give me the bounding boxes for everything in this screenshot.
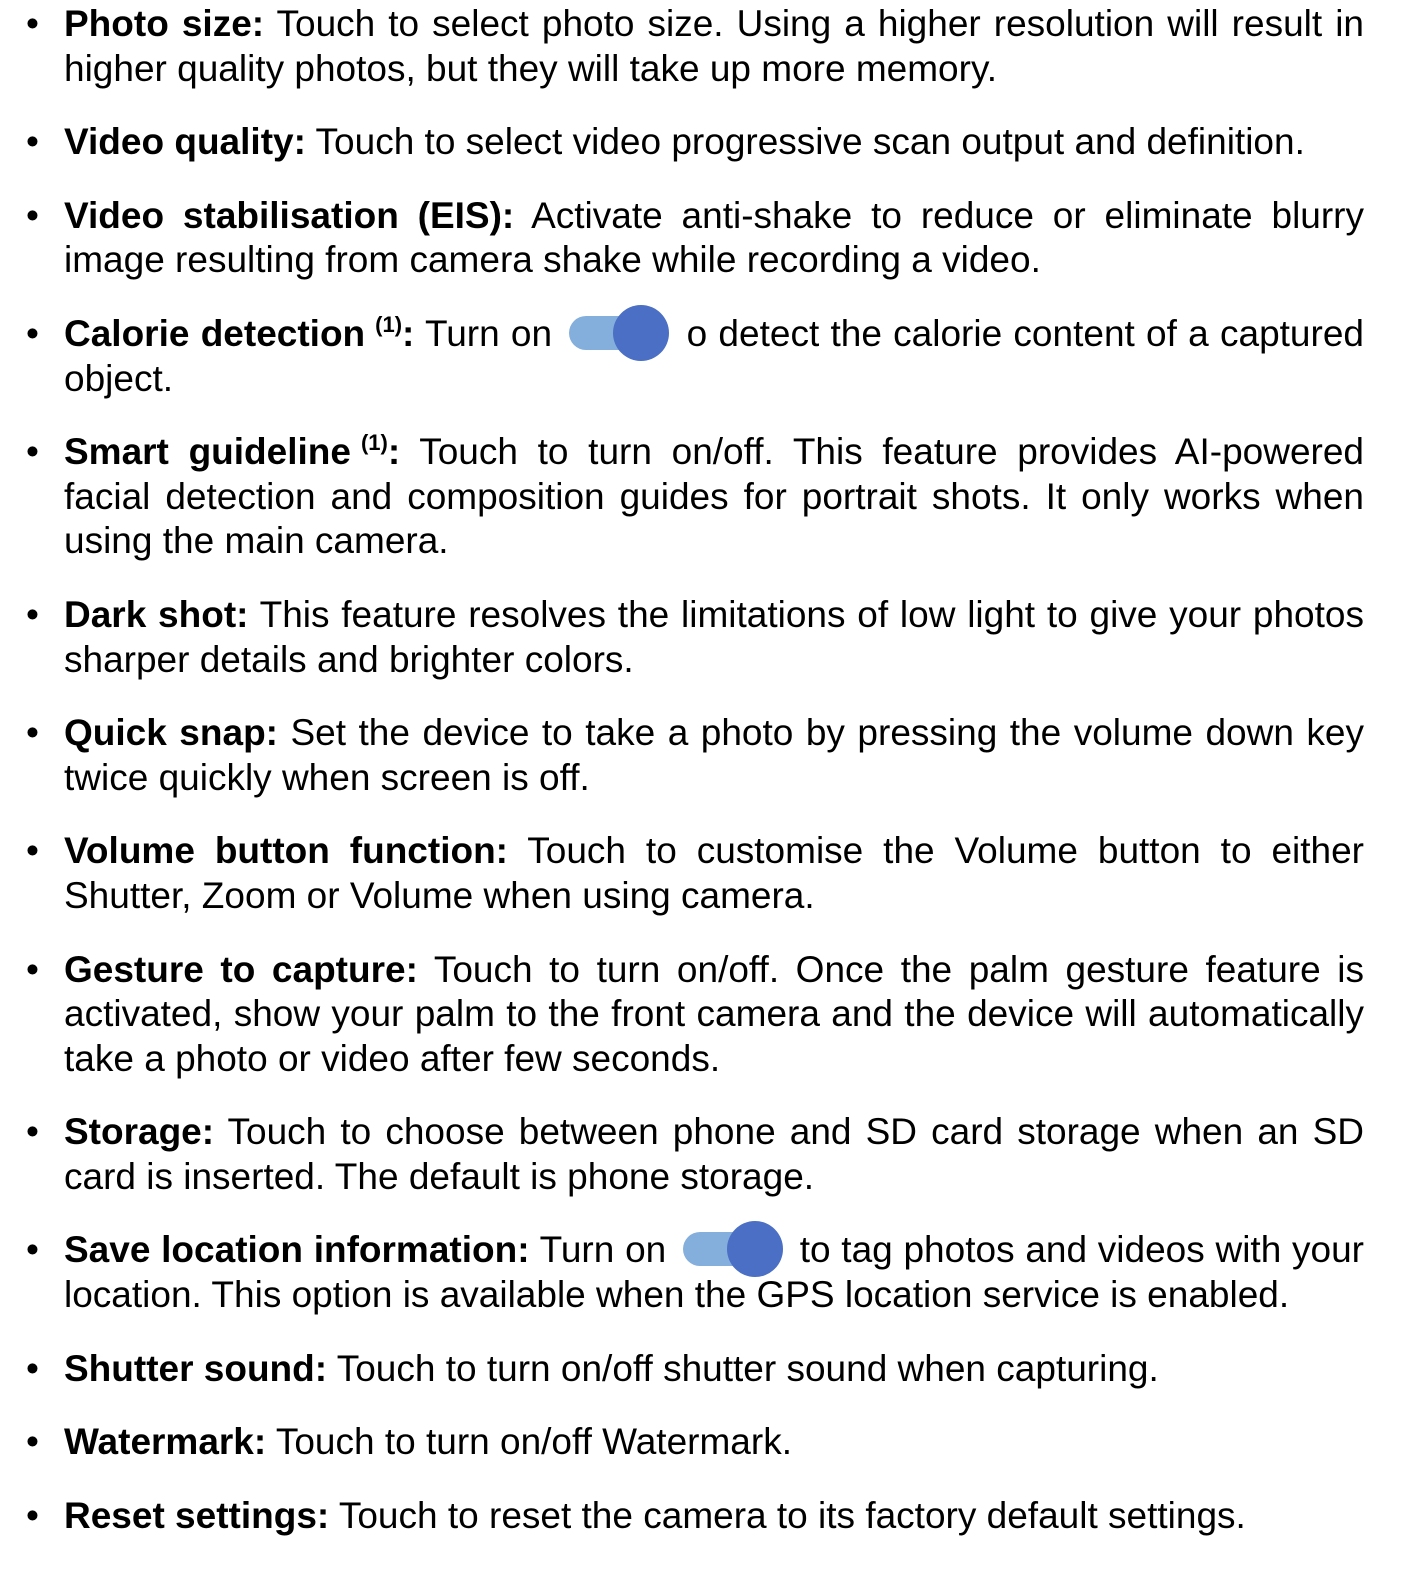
camera-settings-list: • Photo size: Touch to select photo size.… bbox=[24, 2, 1364, 1538]
bullet: • bbox=[26, 3, 39, 44]
bullet: • bbox=[26, 121, 39, 163]
bullet: • bbox=[26, 1347, 39, 1389]
setting-term: Dark shot: bbox=[64, 593, 249, 635]
setting-term: Watermark: bbox=[64, 1421, 267, 1463]
list-item-quick-snap: • Quick snap: Set the device to take a ph… bbox=[24, 711, 1364, 800]
setting-term: Calorie detection bbox=[64, 312, 366, 354]
setting-description: This feature resolves the limitations of… bbox=[64, 593, 1364, 680]
list-item-reset-settings: • Reset settings: Touch to reset the came… bbox=[24, 1494, 1364, 1539]
term-colon: : bbox=[387, 431, 401, 473]
setting-term: Storage: bbox=[64, 1111, 215, 1153]
term-colon: : bbox=[402, 312, 415, 354]
list-item-smart-guideline: • Smart guideline (1): Touch to turn on/of… bbox=[24, 430, 1364, 564]
toggle-switch-on-icon bbox=[682, 1221, 783, 1278]
list-item-calorie-detection: • Calorie detection (1): Turn on o detect … bbox=[24, 304, 1364, 401]
setting-description: Touch to turn on/off Watermark. bbox=[266, 1421, 792, 1463]
setting-description: Touch to choose between phone and SD car… bbox=[64, 1111, 1364, 1197]
list-item-shutter-sound: • Shutter sound: Touch to turn on/off shu… bbox=[24, 1347, 1364, 1392]
list-item-watermark: • Watermark: Touch to turn on/off Waterma… bbox=[24, 1420, 1364, 1465]
setting-term: Video stabilisation (EIS): bbox=[64, 194, 515, 236]
setting-description-start: Turn on bbox=[414, 312, 564, 354]
list-item-storage: • Storage: Touch to choose between phone … bbox=[24, 1110, 1364, 1199]
setting-term: Gesture to capture: bbox=[64, 948, 418, 990]
bullet: • bbox=[26, 312, 39, 354]
list-item-dark-shot: • Dark shot: This feature resolves the li… bbox=[24, 593, 1364, 682]
toggle-switch-on-icon bbox=[569, 304, 670, 361]
footnote-marker: (1) bbox=[375, 311, 403, 337]
setting-term: Reset settings: bbox=[64, 1494, 330, 1536]
setting-term: Smart guideline bbox=[64, 431, 351, 473]
setting-term: Quick snap: bbox=[64, 712, 278, 754]
footnote-marker: (1) bbox=[360, 430, 388, 456]
toggle-knob bbox=[726, 1221, 783, 1278]
setting-description: Touch to turn on/off shutter sound when … bbox=[327, 1347, 1159, 1389]
setting-term: Save location information: bbox=[64, 1229, 530, 1271]
list-item-gesture-to-capture: • Gesture to capture: Touch to turn on/of… bbox=[24, 948, 1364, 1082]
bullet: • bbox=[26, 1421, 39, 1463]
bullet: • bbox=[26, 593, 39, 635]
bullet: • bbox=[26, 1229, 39, 1271]
setting-term: Photo size: bbox=[64, 3, 265, 44]
setting-term: Volume button function: bbox=[64, 830, 509, 872]
list-item-save-location-information: • Save location information: Turn on to t… bbox=[24, 1221, 1364, 1317]
bullet: • bbox=[26, 948, 39, 990]
bullet: • bbox=[26, 194, 39, 236]
bullet: • bbox=[26, 431, 39, 473]
setting-term: Shutter sound: bbox=[64, 1347, 328, 1389]
bullet: • bbox=[26, 830, 39, 872]
bullet: • bbox=[26, 1494, 39, 1536]
bullet: • bbox=[26, 712, 39, 754]
setting-description: Touch to reset the camera to its factory… bbox=[329, 1494, 1246, 1536]
list-item-photo-size: • Photo size: Touch to select photo size.… bbox=[24, 2, 1364, 91]
list-item-video-stabilisation: • Video stabilisation (EIS): Activate ant… bbox=[24, 194, 1364, 283]
setting-description-start: Turn on bbox=[529, 1229, 677, 1271]
list-item-video-quality: • Video quality: Touch to select video pr… bbox=[24, 120, 1364, 165]
setting-term: Video quality: bbox=[64, 121, 306, 163]
setting-description: Touch to select video progressive scan o… bbox=[305, 121, 1305, 163]
list-item-volume-button-function: • Volume button function: Touch to custom… bbox=[24, 829, 1364, 918]
toggle-knob bbox=[613, 304, 670, 361]
bullet: • bbox=[26, 1111, 39, 1153]
